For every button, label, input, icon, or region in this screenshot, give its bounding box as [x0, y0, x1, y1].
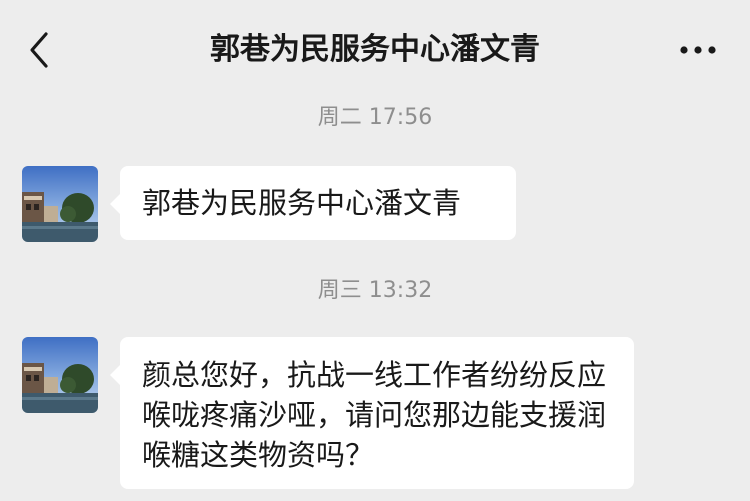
- navigation-bar: 郭巷为民服务中心潘文青: [0, 0, 750, 100]
- avatar[interactable]: [22, 166, 98, 242]
- message-timestamp: 周三 13:32: [317, 278, 433, 303]
- message-bubble[interactable]: 郭巷为民服务中心潘文青: [110, 166, 516, 240]
- landscape-canal-avatar: [22, 166, 98, 242]
- message-bubble[interactable]: 颜总您好，抗战一线工作者纷纷反应喉咙疼痛沙哑，请问您那边能支援润喉糖这类物资吗？: [110, 337, 634, 489]
- message-timestamp: 周二 17:56: [317, 105, 433, 130]
- more-dots-icon[interactable]: [672, 36, 724, 64]
- message-text: 郭巷为民服务中心潘文青: [142, 186, 462, 220]
- message-text: 颜总您好，抗战一线工作者纷纷反应喉咙疼痛沙哑，请问您那边能支援润喉糖这类物资吗？: [142, 358, 607, 472]
- landscape-canal-avatar: [22, 337, 98, 413]
- chat-title: 郭巷为民服务中心潘文青: [210, 32, 540, 67]
- chevron-left-icon[interactable]: [22, 30, 58, 70]
- avatar[interactable]: [22, 337, 98, 413]
